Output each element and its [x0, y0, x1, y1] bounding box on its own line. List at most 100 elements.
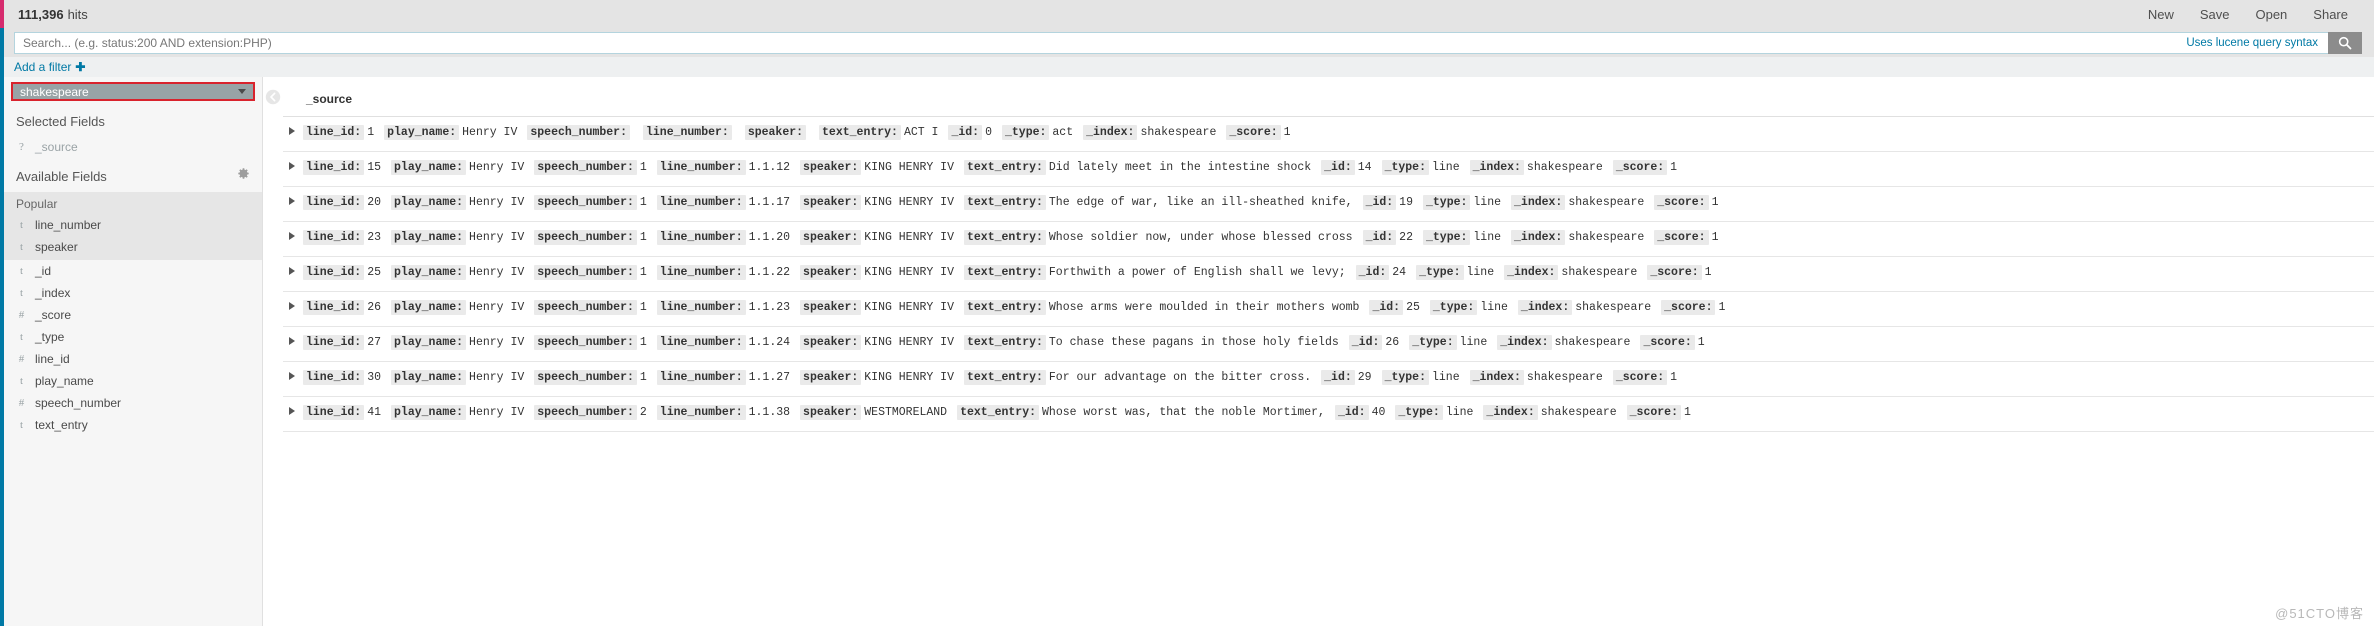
field-key: _type:: [1381, 160, 1429, 175]
field-value: 25: [367, 266, 382, 279]
table-row[interactable]: line_id: 27 play_name: Henry IV speech_numbe…: [283, 327, 2374, 362]
field-item-source[interactable]: ? _source: [4, 136, 262, 158]
field-value: shakespeare: [1526, 371, 1603, 384]
table-row[interactable]: line_id: 23 play_name: Henry IV speech_numbe…: [283, 222, 2374, 257]
open-button[interactable]: Open: [2255, 7, 2287, 22]
field-item-line-id[interactable]: # line_id: [4, 348, 262, 370]
source-cell: line_id: 27 play_name: Henry IV speech_numbe…: [303, 335, 1715, 350]
field-key: _index:: [1469, 160, 1524, 175]
field-key: play_name:: [391, 195, 467, 210]
field-value: shakespeare: [1554, 336, 1631, 349]
field-key: _type:: [1395, 405, 1443, 420]
field-type-icon: #: [18, 353, 25, 365]
field-key: _score:: [1654, 230, 1709, 245]
field-key: _type:: [1416, 265, 1464, 280]
field-value: shakespeare: [1140, 126, 1217, 139]
field-key: _type:: [1422, 195, 1471, 210]
add-filter-button[interactable]: Add a filter ✚: [14, 60, 85, 74]
field-key: _id:: [1362, 230, 1397, 245]
table-row[interactable]: line_id: 15 play_name: Henry IV speech_numbe…: [283, 152, 2374, 187]
field-value: Henry IV: [469, 161, 525, 174]
field-value: shakespeare: [1561, 266, 1638, 279]
available-fields-title: Available Fields: [16, 168, 107, 184]
field-value: 1: [639, 336, 647, 349]
hits-label: hits: [67, 6, 88, 22]
field-item-play-name[interactable]: t play_name: [4, 370, 262, 392]
watermark: @51CTO博客: [2275, 606, 2364, 621]
expand-row-icon[interactable]: [289, 407, 295, 415]
field-item-score[interactable]: # _score: [4, 304, 262, 326]
field-value: 1.1.23: [748, 301, 791, 314]
field-item-type[interactable]: t _type: [4, 326, 262, 348]
sidebar-collapse-button[interactable]: [265, 89, 281, 105]
expand-row-icon[interactable]: [289, 302, 295, 310]
search-input[interactable]: [14, 31, 2187, 54]
field-value: 23: [367, 231, 382, 244]
search-submit-button[interactable]: [2328, 31, 2362, 54]
field-value: 1: [1704, 266, 1712, 279]
field-key: _index:: [1517, 300, 1573, 315]
field-key: _index:: [1497, 335, 1552, 350]
field-value: For our advantage on the bitter cross.: [1048, 371, 1312, 384]
field-item-line-number[interactable]: t line_number: [4, 214, 262, 236]
field-value: The edge of war, like an ill-sheathed kn…: [1048, 196, 1353, 209]
expand-row-icon[interactable]: [289, 162, 295, 170]
field-item-id[interactable]: t _id: [4, 260, 262, 282]
lucene-syntax-hint[interactable]: Uses lucene query syntax: [2186, 31, 2328, 54]
gear-icon[interactable]: [237, 167, 250, 185]
field-item-speaker[interactable]: t speaker: [4, 236, 262, 258]
expand-row-icon[interactable]: [289, 372, 295, 380]
field-key: play_name:: [391, 230, 467, 245]
table-row[interactable]: line_id: 25 play_name: Henry IV speech_numbe…: [283, 257, 2374, 292]
popular-fields-list: t line_number t speaker: [4, 214, 262, 258]
field-name-label: _index: [35, 286, 71, 300]
filter-bar: Add a filter ✚: [0, 57, 2374, 77]
field-value: 1: [639, 301, 647, 314]
field-key: speech_number:: [534, 300, 637, 315]
field-type-icon: #: [18, 397, 25, 409]
field-value: shakespeare: [1568, 231, 1645, 244]
expand-row-icon[interactable]: [289, 337, 295, 345]
field-key: _score:: [1647, 265, 1702, 280]
field-value: line: [1473, 231, 1502, 244]
table-row[interactable]: line_id: 20 play_name: Henry IV speech_numbe…: [283, 187, 2374, 222]
field-value: Henry IV: [469, 336, 525, 349]
index-pattern-selector[interactable]: shakespeare: [11, 82, 255, 101]
field-item-speech-number[interactable]: # speech_number: [4, 392, 262, 414]
field-key: _score:: [1661, 300, 1716, 315]
table-row[interactable]: line_id: 41 play_name: Henry IV speech_numbe…: [283, 397, 2374, 432]
table-row[interactable]: line_id: 30 play_name: Henry IV speech_numbe…: [283, 362, 2374, 397]
expand-row-icon[interactable]: [289, 127, 295, 135]
expand-row-icon[interactable]: [289, 197, 295, 205]
field-name-label: _id: [35, 264, 52, 278]
field-key: play_name:: [384, 125, 460, 140]
selected-fields-title: Selected Fields: [16, 114, 105, 129]
field-value: 22: [1399, 231, 1413, 244]
top-nav: New Save Open Share: [2148, 7, 2348, 22]
field-key: _score:: [1654, 195, 1709, 210]
save-button[interactable]: Save: [2200, 7, 2230, 22]
field-key: speech_number:: [534, 160, 637, 175]
field-name-label: _type: [35, 330, 65, 344]
field-name-label: line_number: [35, 218, 102, 232]
column-header-source: _source: [306, 92, 353, 106]
field-key: line_id:: [303, 405, 365, 420]
field-value: Did lately meet in the intestine shock: [1048, 161, 1312, 174]
field-item-text-entry[interactable]: t text_entry: [4, 414, 262, 436]
field-key: _index:: [1483, 405, 1538, 420]
index-pattern-row: shakespeare: [4, 77, 262, 105]
field-key: line_number:: [656, 230, 746, 245]
field-item-index[interactable]: t _index: [4, 282, 262, 304]
field-value: line: [1480, 301, 1508, 314]
expand-row-icon[interactable]: [289, 267, 295, 275]
expand-row-icon[interactable]: [289, 232, 295, 240]
field-value: KING HENRY IV: [864, 336, 954, 349]
new-button[interactable]: New: [2148, 7, 2174, 22]
field-value: To chase these pagans in those holy fiel…: [1048, 336, 1339, 349]
share-button[interactable]: Share: [2313, 7, 2348, 22]
table-row[interactable]: line_id: 1 play_name: Henry IV speech_number…: [283, 117, 2374, 152]
source-cell: line_id: 1 play_name: Henry IV speech_number…: [303, 125, 1301, 140]
field-value: Henry IV: [469, 231, 525, 244]
table-row[interactable]: line_id: 26 play_name: Henry IV speech_numbe…: [283, 292, 2374, 327]
field-key: speaker:: [800, 195, 862, 210]
